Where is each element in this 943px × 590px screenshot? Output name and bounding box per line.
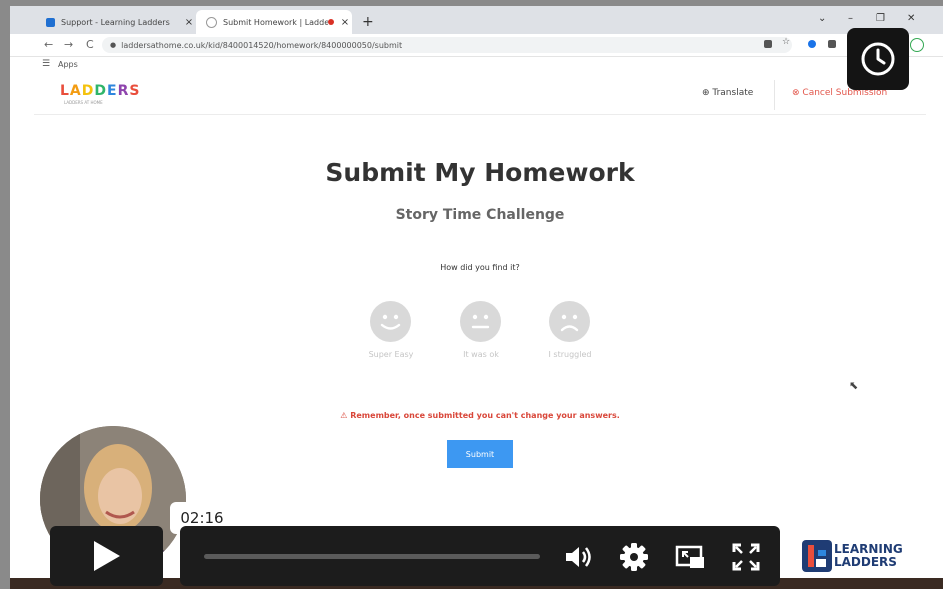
fullscreen-icon[interactable]	[730, 541, 762, 573]
puzzle-icon[interactable]	[828, 40, 836, 48]
tab-close-icon[interactable]: ×	[182, 17, 196, 28]
apps-grid-icon: ☰	[42, 59, 51, 69]
rating-struggled-button[interactable]	[549, 301, 590, 342]
ladders-logo[interactable]: LADDERS	[60, 83, 140, 99]
video-progress-bar[interactable]	[204, 554, 540, 559]
address-url: laddersathome.co.uk/kid/8400014520/homew…	[121, 40, 403, 50]
logo-tagline: LADDERS AT HOME	[64, 100, 103, 105]
close-window-icon[interactable]: ✕	[907, 13, 915, 24]
rating-label-struggled: I struggled	[548, 350, 592, 359]
ladders-mark-icon	[802, 540, 832, 572]
rating-ok-button[interactable]	[460, 301, 501, 342]
sad-face-icon	[560, 314, 579, 332]
rating-label-ok: It was ok	[463, 350, 499, 359]
logo-letter: D	[94, 83, 108, 99]
site-header: LADDERS LADDERS AT HOME ⊕ Translate ⊗ Ca…	[34, 74, 926, 115]
logo-letter: R	[117, 83, 130, 99]
translate-label: Translate	[712, 88, 754, 98]
logo-letter: E	[107, 83, 118, 99]
play-icon	[94, 541, 120, 571]
lock-icon: ●	[110, 41, 117, 49]
brand-name: LEARNING LADDERS	[834, 543, 903, 569]
submit-button[interactable]: Submit	[447, 440, 513, 468]
bookmarks-bar: ☰ Apps	[10, 57, 943, 73]
logo-letter: D	[81, 83, 95, 99]
new-tab-button[interactable]: +	[362, 14, 374, 30]
browser-tab-bar: Support - Learning Ladders × Submit Home…	[10, 6, 943, 34]
translate-button[interactable]: ⊕ Translate	[702, 88, 753, 98]
brand-line2: LADDERS	[834, 555, 897, 569]
warning-text: Remember, once submitted you can't chang…	[350, 411, 620, 420]
globe-icon: ⊕	[702, 88, 710, 98]
back-icon[interactable]: ←	[44, 38, 53, 51]
tab-favicon-icon	[206, 16, 217, 28]
logo-letter: S	[129, 83, 141, 99]
browser-tab-submit-homework[interactable]: Submit Homework | Ladders ×	[196, 10, 352, 34]
profile-icon[interactable]	[910, 38, 924, 52]
forward-icon[interactable]: →	[64, 38, 73, 51]
tab-search-icon[interactable]: ⌄	[818, 13, 826, 24]
clock-icon	[861, 42, 895, 76]
browser-toolbar: ← → C ● laddersathome.co.uk/kid/84000145…	[10, 34, 943, 57]
submission-warning: ⚠ Remember, once submitted you can't cha…	[34, 411, 926, 420]
extension-icon[interactable]	[808, 40, 816, 48]
neutral-face-icon	[471, 314, 490, 329]
settings-gear-icon[interactable]	[618, 541, 650, 573]
learning-ladders-logo: LEARNING LADDERS	[800, 538, 908, 574]
rating-super-easy-button[interactable]	[370, 301, 411, 342]
reload-icon[interactable]: C	[86, 38, 94, 51]
rating-label-super-easy: Super Easy	[368, 350, 414, 359]
rating-question: How did you find it?	[440, 263, 520, 272]
bookmark-apps[interactable]: Apps	[58, 60, 78, 69]
mouse-cursor-icon: ⬉	[849, 379, 859, 392]
volume-icon[interactable]	[562, 541, 594, 573]
warning-triangle-icon: ⚠	[340, 411, 348, 420]
header-divider	[774, 80, 775, 110]
recording-indicator-icon	[328, 19, 334, 25]
restore-icon[interactable]: ❐	[876, 13, 885, 24]
watch-later-button[interactable]	[847, 28, 909, 90]
outer-frame-left	[0, 0, 10, 589]
star-icon[interactable]: ☆	[782, 37, 790, 47]
logo-letter: A	[69, 83, 82, 99]
smile-icon	[380, 314, 401, 330]
tab-title: Submit Homework | Ladders	[223, 17, 328, 27]
tab-close-icon[interactable]: ×	[338, 17, 352, 28]
tab-favicon-icon	[46, 17, 55, 27]
extension-icon[interactable]	[764, 40, 772, 48]
cancel-circle-icon: ⊗	[792, 88, 800, 98]
minimize-icon[interactable]: –	[848, 13, 853, 24]
browser-tab-support[interactable]: Support - Learning Ladders ×	[36, 10, 196, 34]
picture-in-picture-icon[interactable]	[674, 541, 706, 573]
homework-title: Story Time Challenge	[395, 207, 565, 223]
tab-title: Support - Learning Ladders	[61, 17, 170, 27]
video-control-bar	[180, 526, 780, 586]
play-button[interactable]	[50, 526, 163, 586]
address-bar[interactable]: ● laddersathome.co.uk/kid/8400014520/hom…	[102, 37, 792, 53]
page-title: Submit My Homework	[325, 158, 635, 187]
logo-letter: L	[60, 83, 70, 99]
